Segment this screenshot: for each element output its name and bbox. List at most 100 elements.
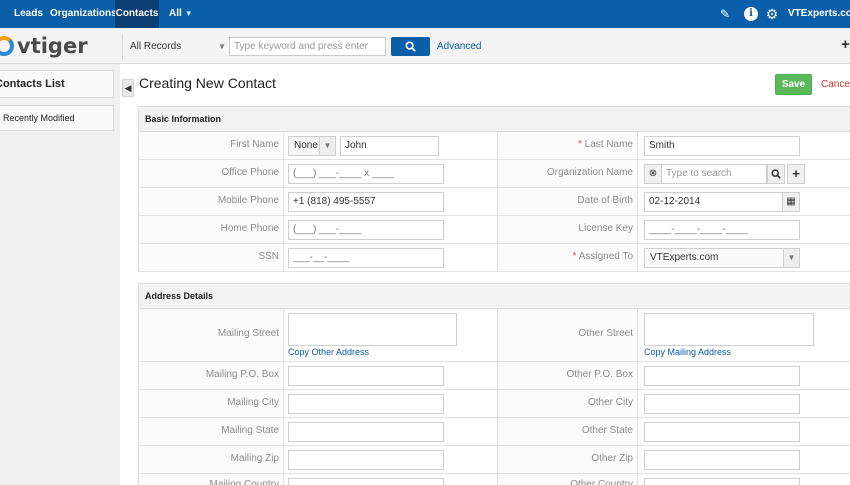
field-label: First Name	[139, 132, 284, 159]
field-label: Mailing State	[139, 418, 284, 445]
logo-mark-icon	[0, 36, 14, 56]
field-label: Other P.O. Box	[497, 362, 638, 389]
first-name-input[interactable]: John	[340, 136, 439, 156]
assigned-to-select[interactable]: VTExperts.com ▼	[644, 248, 800, 268]
form-row: First Name None ▼ John * Last Name Smith	[139, 132, 850, 160]
field-label: SSN	[139, 244, 284, 271]
field-label: Other City	[497, 390, 638, 417]
clear-icon: ⊗	[648, 168, 658, 179]
save-button[interactable]: Save	[775, 74, 812, 95]
other-country-input[interactable]	[644, 478, 800, 485]
other-street-textarea[interactable]	[644, 313, 814, 346]
form-row: Mailing State Other State	[139, 418, 850, 446]
form-row: SSN ___-__-____ * Assigned To VTExperts.…	[139, 244, 850, 272]
field-label: License Key	[497, 216, 638, 243]
records-filter-select[interactable]: All Records ▼	[126, 37, 228, 56]
last-name-label: Last Name	[584, 139, 633, 150]
add-icon[interactable]: +	[841, 36, 850, 53]
cancel-link[interactable]: Cancel	[821, 74, 850, 95]
nav-leads[interactable]: Leads	[14, 0, 43, 28]
home-phone-input[interactable]: (___) ___-____	[288, 220, 444, 240]
top-navbar: Leads Organizations Contacts All ▼ ✎ i ⚙ …	[0, 0, 850, 28]
other-city-input[interactable]	[644, 394, 800, 414]
field-label: Mailing City	[139, 390, 284, 417]
search-icon	[405, 41, 416, 52]
form-row: Mailing P.O. Box Other P.O. Box	[139, 362, 850, 390]
mailing-zip-input[interactable]	[288, 450, 444, 470]
caret-down-icon: ▼	[783, 249, 799, 267]
copy-other-address-link[interactable]: Copy Other Address	[288, 347, 369, 357]
field-label: Other Street	[497, 309, 638, 361]
assigned-to-value: VTExperts.com	[650, 252, 719, 263]
logo-text: vtiger	[17, 34, 88, 58]
field-label: Mailing Zip	[139, 446, 284, 473]
page-title: Creating New Contact	[139, 75, 276, 91]
field-label: * Assigned To	[497, 244, 638, 271]
form-row: Mailing Street Copy Other Address Other …	[139, 309, 850, 362]
mailing-po-box-input[interactable]	[288, 366, 444, 386]
mailing-street-textarea[interactable]	[288, 313, 457, 346]
field-label: Mailing Street	[139, 309, 284, 361]
caret-down-icon: ▼	[319, 137, 335, 155]
org-search-button[interactable]	[767, 164, 785, 184]
pen-icon[interactable]: ✎	[718, 7, 732, 21]
date-of-birth-input[interactable]: 02-12-2014	[644, 192, 783, 212]
organization-search-input[interactable]: Type to search	[661, 164, 767, 184]
plus-icon: +	[792, 166, 800, 181]
salutation-select[interactable]: None ▼	[288, 136, 336, 156]
field-label: Mobile Phone	[139, 188, 284, 215]
ssn-input[interactable]: ___-__-____	[288, 248, 444, 268]
field-label: Other Zip	[497, 446, 638, 473]
address-details-block: Address Details Mailing Street Copy Othe…	[138, 283, 850, 485]
mailing-city-input[interactable]	[288, 394, 444, 414]
block-heading: Basic Information	[139, 107, 850, 132]
form-row: Mobile Phone +1 (818) 495-5557 Date of B…	[139, 188, 850, 216]
sidebar: Contacts List Recently Modified	[0, 64, 120, 485]
clear-org-button[interactable]: ⊗	[644, 164, 662, 184]
mailing-country-input[interactable]	[288, 478, 444, 485]
copy-mailing-address-link[interactable]: Copy Mailing Address	[644, 347, 731, 357]
info-icon[interactable]: i	[744, 7, 758, 21]
search-icon	[771, 169, 781, 179]
other-state-input[interactable]	[644, 422, 800, 442]
nav-all-menu[interactable]: All ▼	[169, 0, 193, 28]
nav-all-label: All	[169, 8, 182, 19]
nav-organizations[interactable]: Organizations	[50, 0, 117, 28]
last-name-input[interactable]: Smith	[644, 136, 800, 156]
office-phone-input[interactable]: (___) ___-____ x ____	[288, 164, 444, 184]
calendar-button[interactable]: ▦	[782, 192, 800, 212]
sidebar-item-recently-modified[interactable]: Recently Modified	[0, 105, 114, 131]
basic-information-block: Basic Information First Name None ▼ John…	[138, 106, 850, 272]
collapse-sidebar-button[interactable]: ◀	[122, 79, 134, 97]
gear-icon[interactable]: ⚙	[765, 7, 779, 21]
required-marker: *	[577, 139, 585, 150]
mobile-phone-input[interactable]: +1 (818) 495-5557	[288, 192, 444, 212]
caret-down-icon: ▼	[218, 42, 226, 51]
mailing-state-input[interactable]	[288, 422, 444, 442]
field-label: Date of Birth	[497, 188, 638, 215]
advanced-search-link[interactable]: Advanced	[437, 37, 481, 56]
field-label: Mailing P.O. Box	[139, 362, 284, 389]
block-heading: Address Details	[139, 284, 850, 309]
form-row: Mailing City Other City	[139, 390, 850, 418]
field-label: Other State	[497, 418, 638, 445]
user-brand[interactable]: VTExperts.com	[788, 0, 850, 28]
other-zip-input[interactable]	[644, 450, 800, 470]
add-org-button[interactable]: +	[787, 164, 805, 184]
salutation-value: None	[294, 140, 318, 151]
license-key-input[interactable]: ____-____-____-____	[644, 220, 800, 240]
field-label: * Last Name	[497, 132, 638, 159]
divider	[122, 34, 123, 60]
form-row: Office Phone (___) ___-____ x ____ Organ…	[139, 160, 850, 188]
search-button[interactable]	[391, 37, 430, 56]
field-label: Office Phone	[139, 160, 284, 187]
other-po-box-input[interactable]	[644, 366, 800, 386]
nav-contacts[interactable]: Contacts	[115, 0, 159, 28]
search-input[interactable]: Type keyword and press enter	[229, 37, 386, 56]
vtiger-logo[interactable]: vtiger	[0, 33, 88, 59]
chevron-left-icon: ◀	[124, 83, 132, 93]
chevron-down-icon: ▼	[184, 9, 193, 18]
form-row: Mailing Country Other Country	[139, 474, 850, 485]
search-bar: vtiger All Records ▼ Type keyword and pr…	[0, 28, 850, 64]
sidebar-heading[interactable]: Contacts List	[0, 70, 114, 98]
